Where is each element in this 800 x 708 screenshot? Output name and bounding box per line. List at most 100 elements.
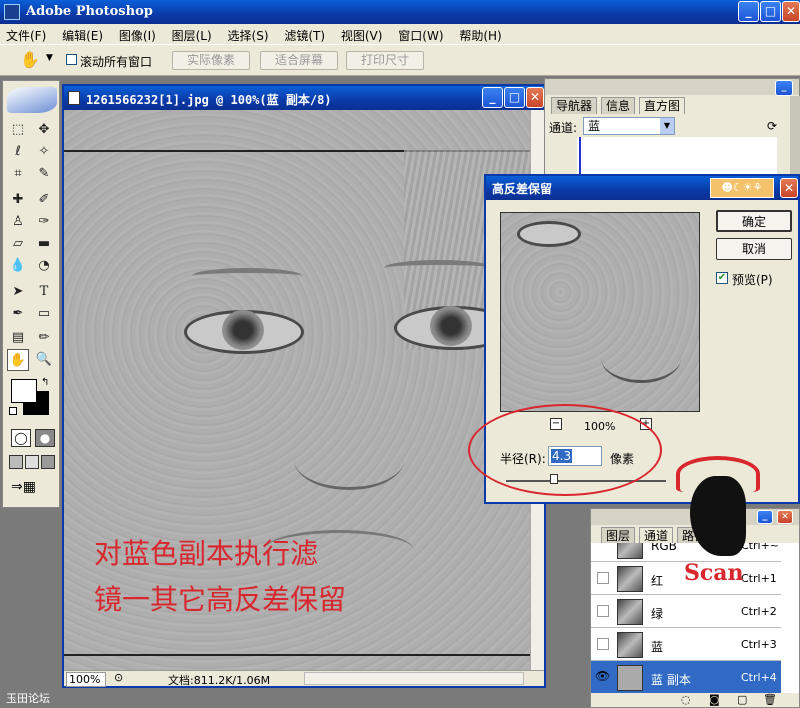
preview-checkbox[interactable]: ✔ (716, 272, 728, 284)
crop-tool-icon[interactable]: ⌗ (7, 163, 29, 185)
channels-close-button[interactable]: ✕ (777, 510, 793, 524)
document-title: 1261566232[1].jpg @ 100%(蓝 副本/8) (86, 93, 332, 107)
screen-mode-full-icon[interactable] (41, 455, 55, 469)
load-selection-icon[interactable]: ◌ (681, 693, 691, 706)
tool-preset-dropdown-icon[interactable]: ▼ (46, 53, 53, 63)
swap-colors-icon[interactable]: ↰ (41, 377, 49, 388)
horizontal-scrollbar[interactable] (304, 672, 524, 685)
save-selection-icon[interactable]: ◙ (709, 693, 720, 706)
scroll-all-checkbox[interactable] (66, 54, 77, 65)
healing-brush-tool-icon[interactable]: ✚ (7, 189, 29, 211)
preview-eye (517, 221, 581, 247)
dialog-preview[interactable] (500, 212, 700, 412)
tab-channels[interactable]: 通道 (639, 527, 674, 544)
stamp-tool-icon[interactable]: ♙ (7, 211, 29, 233)
refresh-icon[interactable]: ⟳ (767, 119, 777, 133)
doc-info: 文档:811.2K/1.06M (168, 674, 271, 687)
tab-info[interactable]: 信息 (601, 97, 636, 114)
tab-layers[interactable]: 图层 (601, 527, 636, 544)
doc-minimize-button[interactable]: _ (482, 87, 503, 108)
jump-to-imageready-icon[interactable]: ⇒▦ (11, 479, 53, 499)
menu-file[interactable]: 文件(F) (6, 29, 46, 43)
blur-tool-icon[interactable]: 💧 (7, 255, 29, 277)
zoom-tool-icon[interactable]: 🔍 (33, 349, 55, 371)
toolbox: ⬚ ✥ ℓ ✧ ⌗ ✎ ✚ ✐ ♙ ✑ ▱ ▬ 💧 ◔ ➤ T ✒ ▭ ▤ ✏ … (2, 80, 60, 508)
screen-mode-full-menu-icon[interactable] (25, 455, 39, 469)
notes-tool-icon[interactable]: ▤ (7, 327, 29, 349)
histogram-display (577, 137, 777, 177)
channel-row-green[interactable]: 绿 Ctrl+2 (591, 595, 781, 628)
pen-tool-icon[interactable]: ✒ (7, 303, 29, 325)
dodge-tool-icon[interactable]: ◔ (33, 255, 55, 277)
feather-logo-icon (7, 87, 57, 113)
channel-select[interactable]: 蓝 ▼ (583, 117, 675, 135)
menu-layer[interactable]: 图层(L) (172, 29, 212, 43)
hand-tool-icon[interactable]: ✋ (20, 50, 40, 69)
marquee-tool-icon[interactable]: ⬚ (7, 119, 29, 141)
print-size-button[interactable]: 打印尺寸 (346, 51, 424, 70)
channels-footer: ◌ ◙ ▢ 🗑 (591, 693, 799, 707)
screen-mode-standard-icon[interactable] (9, 455, 23, 469)
dialog-titlebar: 高反差保留 ☻☾☀⚘ ✕ (486, 176, 798, 200)
menu-image[interactable]: 图像(I) (119, 29, 156, 43)
maximize-button[interactable]: □ (760, 1, 781, 22)
shape-tool-icon[interactable]: ▭ (33, 303, 55, 325)
slice-tool-icon[interactable]: ✎ (33, 163, 55, 185)
menu-select[interactable]: 选择(S) (228, 29, 269, 43)
close-button[interactable]: ✕ (782, 1, 800, 22)
menu-filter[interactable]: 滤镜(T) (284, 29, 325, 43)
ok-button[interactable]: 确定 (716, 210, 792, 232)
navigator-panel-header (545, 79, 799, 95)
status-menu-icon[interactable]: ⊙ (114, 671, 123, 684)
visibility-toggle[interactable] (597, 605, 609, 617)
fit-screen-button[interactable]: 适合屏幕 (260, 51, 338, 70)
dialog-close-button[interactable]: ✕ (780, 178, 798, 198)
hand-tool-icon[interactable]: ✋ (7, 349, 29, 371)
channel-row-blue-copy[interactable]: 👁 蓝 副本 Ctrl+4 (591, 661, 781, 693)
eraser-tool-icon[interactable]: ▱ (7, 233, 29, 255)
foreground-color-swatch[interactable] (11, 379, 37, 403)
visibility-toggle[interactable] (597, 572, 609, 584)
eyedropper-tool-icon[interactable]: ✏ (33, 327, 55, 349)
gradient-tool-icon[interactable]: ▬ (33, 233, 55, 255)
navigator-minimize-button[interactable]: _ (775, 80, 793, 96)
tab-navigator[interactable]: 导航器 (551, 97, 598, 114)
minimize-button[interactable]: _ (738, 1, 759, 22)
channel-thumbnail (617, 599, 643, 625)
magic-wand-tool-icon[interactable]: ✧ (33, 141, 55, 163)
menu-edit[interactable]: 编辑(E) (62, 29, 103, 43)
visibility-toggle[interactable] (597, 638, 609, 650)
channel-shortcut: Ctrl+4 (741, 671, 777, 684)
history-brush-tool-icon[interactable]: ✑ (33, 211, 55, 233)
zoom-readout[interactable]: 100% (66, 672, 106, 687)
doc-close-button[interactable]: ✕ (526, 87, 544, 108)
quick-mask-mode-icon[interactable]: ● (35, 429, 55, 447)
cancel-button[interactable]: 取消 (716, 238, 792, 260)
document-canvas[interactable]: 对蓝色副本执行滤 镜一其它高反差保留 (64, 110, 530, 670)
default-colors-icon[interactable] (9, 407, 17, 415)
scan-logo-text: Scan (684, 560, 744, 586)
menu-window[interactable]: 窗口(W) (398, 29, 443, 43)
new-channel-icon[interactable]: ▢ (737, 693, 747, 706)
channel-thumbnail (617, 566, 643, 592)
scan-logo-silhouette (690, 476, 746, 556)
menu-view[interactable]: 视图(V) (341, 29, 383, 43)
type-tool-icon[interactable]: T (33, 281, 55, 303)
actual-pixels-button[interactable]: 实际像素 (172, 51, 250, 70)
lasso-tool-icon[interactable]: ℓ (7, 141, 29, 163)
channel-label: 通道: (549, 121, 578, 135)
left-iris (222, 310, 264, 350)
app-titlebar: Adobe Photoshop _ □ ✕ (0, 0, 800, 24)
move-tool-icon[interactable]: ✥ (33, 119, 55, 141)
panel-scroll-strip[interactable] (790, 96, 800, 186)
eye-icon[interactable]: 👁 (595, 669, 610, 683)
path-selection-tool-icon[interactable]: ➤ (7, 281, 29, 303)
standard-mode-icon[interactable]: ◯ (11, 429, 31, 447)
menu-help[interactable]: 帮助(H) (459, 29, 501, 43)
doc-maximize-button[interactable]: □ (504, 87, 525, 108)
brush-tool-icon[interactable]: ✐ (33, 189, 55, 211)
channel-row-blue[interactable]: 蓝 Ctrl+3 (591, 628, 781, 661)
annotation-line-1: 对蓝色副本执行滤 (94, 537, 319, 570)
tab-histogram[interactable]: 直方图 (639, 97, 686, 114)
trash-icon[interactable]: 🗑 (763, 693, 777, 706)
